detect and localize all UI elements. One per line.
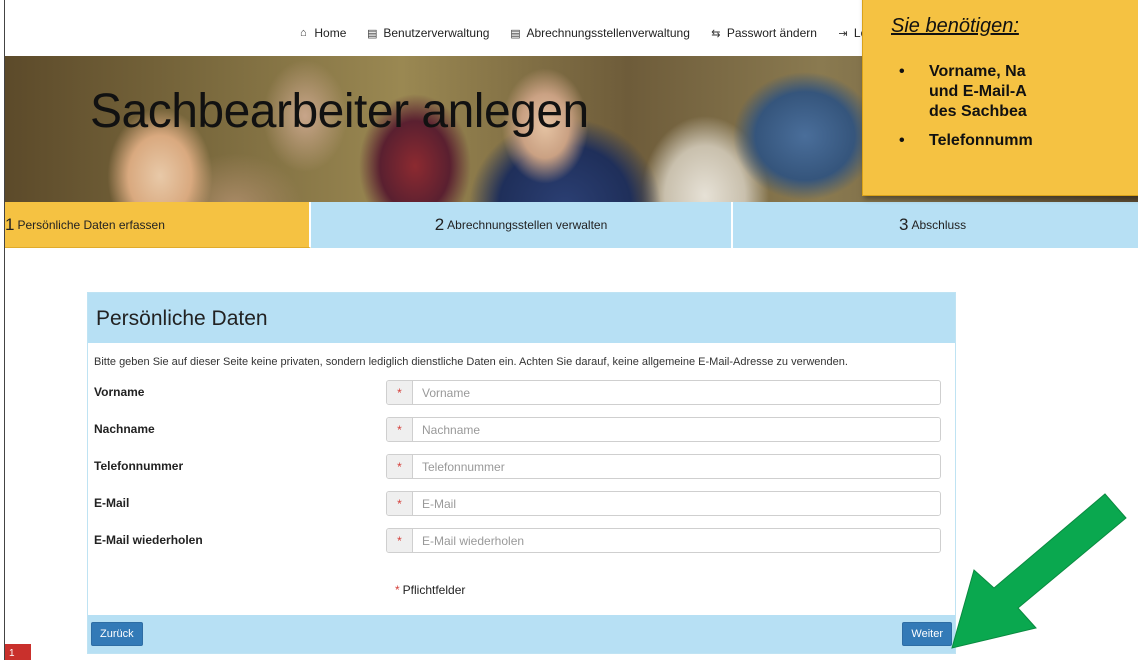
required-marker: * — [387, 492, 413, 515]
wizard-steps: 1 Persönliche Daten erfassen 2 Abrechnun… — [5, 202, 1138, 248]
step-number: 2 — [434, 215, 445, 234]
required-marker: * — [387, 529, 413, 552]
nav-item-label: Benutzerverwaltung — [383, 26, 490, 40]
callout-heading: Sie benötigen: — [891, 15, 1019, 37]
back-button[interactable]: Zurück — [91, 622, 143, 646]
field-label: Telefonnummer — [94, 459, 184, 473]
required-marker: * — [387, 418, 413, 441]
step-label: Persönliche Daten erfassen — [17, 217, 165, 232]
required-marker: * — [395, 583, 400, 597]
step-label: Abrechnungsstellen verwalten — [447, 218, 608, 232]
field-label: E-Mail wiederholen — [94, 533, 203, 547]
form-row-email: E-Mail * — [88, 488, 955, 525]
nachname-input[interactable] — [413, 418, 940, 441]
required-marker: * — [387, 381, 413, 404]
panel-title: Persönliche Daten — [88, 293, 955, 343]
email-input[interactable] — [413, 492, 940, 515]
nav-item-label: Abrechnungsstellenverwaltung — [526, 26, 690, 40]
vorname-input[interactable] — [413, 381, 940, 404]
nav-item-abrechnungsstellenverwaltung[interactable]: ▤ Abrechnungsstellenverwaltung — [509, 18, 690, 48]
panel-note: Bitte geben Sie auf dieser Seite keine p… — [94, 356, 848, 368]
email-repeat-input[interactable] — [413, 529, 940, 552]
panel-footer: Zurück Weiter — [88, 615, 955, 653]
telefonnummer-input[interactable] — [413, 455, 940, 478]
home-icon: ⌂ — [300, 27, 307, 39]
form-row-telefonnummer: Telefonnummer * — [88, 451, 955, 488]
page-badge: 1 — [5, 644, 31, 660]
field-label: Nachname — [94, 422, 155, 436]
required-marker: * — [387, 455, 413, 478]
step-number: 3 — [899, 215, 909, 234]
form-row-email-repeat: E-Mail wiederholen * — [88, 525, 955, 562]
nav-item-label: Home — [314, 26, 347, 40]
input-group: * — [386, 491, 941, 516]
callout-list: Vorname, Na und E-Mail-A des Sachbea Tel… — [891, 62, 1138, 151]
personal-data-panel: Persönliche Daten Bitte geben Sie auf di… — [87, 292, 956, 654]
nav-item-home[interactable]: ⌂ Home — [297, 18, 346, 48]
input-group: * — [386, 528, 941, 553]
info-callout: Sie benötigen: Vorname, Na und E-Mail-A … — [862, 0, 1138, 196]
page-title: Sachbearbeiter anlegen — [90, 85, 589, 138]
callout-item: Vorname, Na und E-Mail-A des Sachbea — [891, 62, 1138, 122]
required-note-text: Pflichtfelder — [402, 583, 466, 597]
callout-item: Telefonnumm — [891, 131, 1138, 151]
step-3: 3 Abschluss — [733, 202, 1138, 248]
swap-icon: ⇆ — [711, 27, 721, 40]
nav-item-passwort-aendern[interactable]: ⇆ Passwort ändern — [710, 18, 817, 48]
field-label: Vorname — [94, 385, 145, 399]
green-arrow-icon — [951, 493, 1127, 649]
form-row-nachname: Nachname * — [88, 414, 955, 451]
list-icon: ▤ — [367, 27, 378, 40]
step-2: 2 Abrechnungsstellen verwalten — [311, 202, 733, 248]
form-row-vorname: Vorname * — [88, 377, 955, 414]
input-group: * — [386, 380, 941, 405]
list-icon: ▤ — [510, 27, 521, 40]
step-label: Abschluss — [911, 218, 967, 232]
required-fields-note: * Pflichtfelder — [395, 583, 465, 597]
nav-item-benutzerverwaltung[interactable]: ▤ Benutzerverwaltung — [366, 18, 489, 48]
input-group: * — [386, 454, 941, 479]
nav-item-label: Passwort ändern — [726, 26, 817, 40]
step-number: 1 — [5, 214, 15, 234]
field-label: E-Mail — [94, 496, 130, 510]
input-group: * — [386, 417, 941, 442]
step-1-active: 1 Persönliche Daten erfassen — [5, 202, 311, 248]
logout-icon: ⇥ — [838, 27, 848, 40]
